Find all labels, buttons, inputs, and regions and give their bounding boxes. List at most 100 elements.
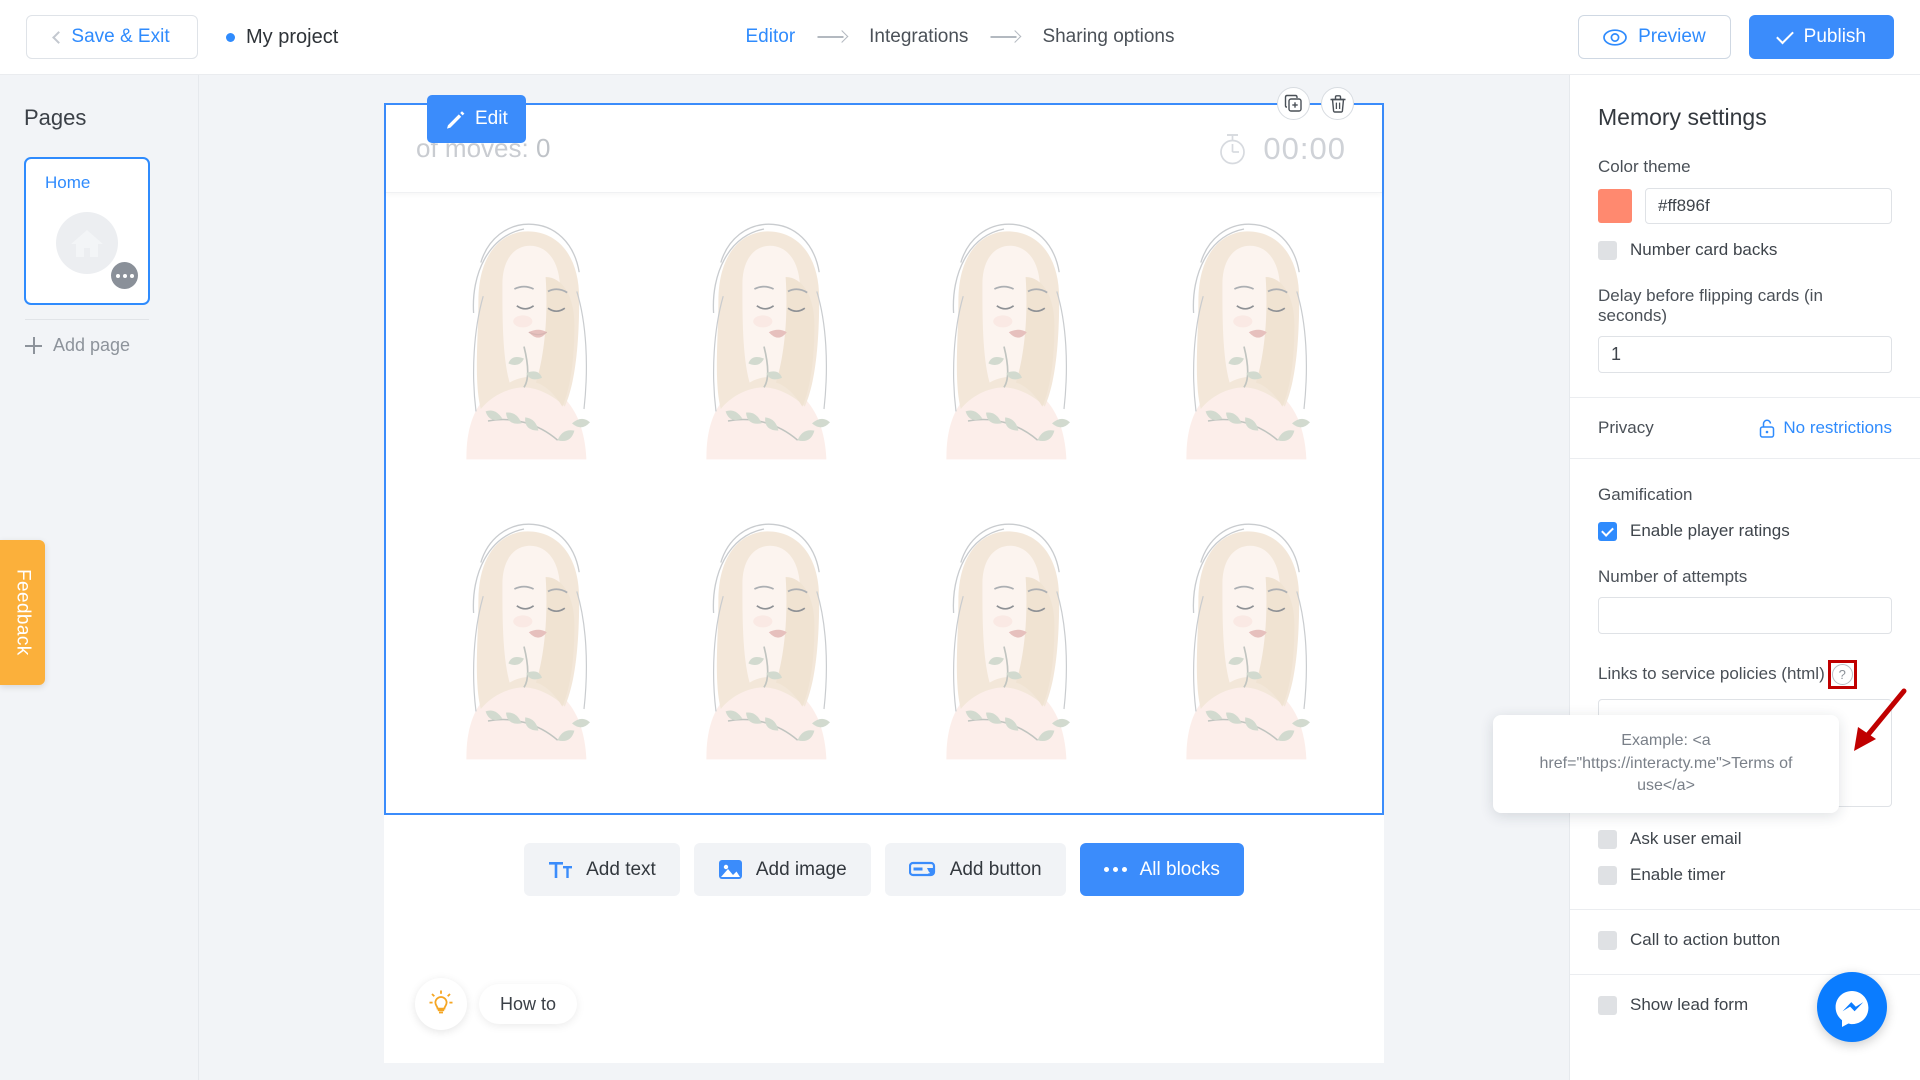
breadcrumb-editor[interactable]: Editor <box>746 26 796 48</box>
add-image-label: Add image <box>755 858 847 880</box>
messenger-icon <box>1835 991 1869 1027</box>
add-page-button[interactable]: Add page <box>25 335 198 356</box>
memory-card[interactable] <box>1124 499 1364 799</box>
number-card-backs-label: Number card backs <box>1630 240 1778 259</box>
edit-block-button[interactable]: Edit <box>427 95 526 143</box>
all-blocks-label: All blocks <box>1139 858 1220 880</box>
lightbulb-icon <box>429 990 453 1014</box>
home-icon-wrap <box>56 211 118 274</box>
call-to-action-checkbox[interactable] <box>1598 930 1617 950</box>
preview-label: Preview <box>1638 26 1706 47</box>
help-icon[interactable]: ? <box>1831 664 1853 685</box>
color-theme-label: Color theme <box>1598 157 1691 176</box>
text-icon <box>549 861 573 878</box>
panel-divider <box>1570 909 1920 910</box>
breadcrumb-sharing-options[interactable]: Sharing options <box>1042 26 1174 48</box>
gamification-section: Gamification Enable player ratings Numbe… <box>1570 485 1920 885</box>
enable-player-ratings-checkbox[interactable] <box>1598 521 1617 541</box>
ask-user-email-checkbox[interactable] <box>1598 829 1617 849</box>
memory-card[interactable] <box>884 199 1124 499</box>
delete-block-button[interactable] <box>1321 87 1354 120</box>
edit-label: Edit <box>475 108 508 129</box>
breadcrumb-arrow-icon <box>990 30 1020 44</box>
project-name: My project <box>246 25 339 48</box>
show-lead-form-checkbox[interactable] <box>1598 995 1617 1015</box>
memory-game-block[interactable]: of moves: 0 00:00 Edit <box>384 87 1384 815</box>
gamification-label: Gamification <box>1598 485 1693 504</box>
enable-timer-checkbox[interactable] <box>1598 865 1617 885</box>
dot-icon <box>129 273 134 278</box>
page-label: Home <box>45 173 91 192</box>
attempts-label: Number of attempts <box>1598 567 1748 586</box>
project-name-area[interactable]: My project <box>226 26 338 49</box>
duplicate-block-button[interactable] <box>1277 87 1310 120</box>
check-icon <box>1775 26 1794 44</box>
attempts-input[interactable] <box>1598 597 1892 634</box>
ask-user-email-row[interactable]: Ask user email <box>1598 829 1892 849</box>
privacy-value-button[interactable]: No restrictions <box>1759 418 1892 438</box>
memory-card[interactable] <box>644 499 884 799</box>
call-to-action-row[interactable]: Call to action button <box>1598 930 1892 950</box>
add-block-toolbar: Add text Add image Add button All blocks <box>384 843 1384 896</box>
chevron-left-icon <box>52 30 66 44</box>
privacy-label: Privacy <box>1598 418 1654 437</box>
memory-card[interactable] <box>884 499 1124 799</box>
game-timer: 00:00 <box>1216 131 1346 167</box>
feedback-tab[interactable]: Feedback <box>0 540 45 685</box>
privacy-row: Privacy No restrictions <box>1570 398 1920 458</box>
call-to-action-label: Call to action button <box>1630 930 1781 949</box>
enable-timer-row[interactable]: Enable timer <box>1598 865 1892 885</box>
woman-botanical-illustration-icon <box>706 523 830 760</box>
sidebar-divider <box>25 319 149 320</box>
add-image-button[interactable]: Add image <box>693 843 871 896</box>
home-icon <box>71 229 103 257</box>
unlock-icon <box>1760 419 1775 438</box>
pages-title: Pages <box>24 105 87 130</box>
memory-card[interactable] <box>404 199 644 499</box>
page-thumbnail-home[interactable]: Home <box>24 157 150 305</box>
top-bar-actions: Preview Publish <box>1578 15 1894 59</box>
how-to-button[interactable]: How to <box>479 984 578 1024</box>
game-header: of moves: 0 00:00 <box>386 105 1382 193</box>
memory-card[interactable] <box>1124 199 1364 499</box>
woman-botanical-illustration-icon <box>466 523 590 760</box>
enable-player-ratings-label: Enable player ratings <box>1630 521 1790 540</box>
stopwatch-icon <box>1220 134 1246 165</box>
top-bar: Save & Exit My project Editor Integratio… <box>0 0 1920 75</box>
dot-icon <box>122 273 127 278</box>
woman-botanical-illustration-icon <box>466 223 590 460</box>
app-root: Save & Exit My project Editor Integratio… <box>0 0 1920 1080</box>
memory-card[interactable] <box>404 499 644 799</box>
save-and-exit-label: Save & Exit <box>71 26 170 47</box>
all-blocks-button[interactable]: All blocks <box>1079 843 1244 896</box>
messenger-chat-button[interactable] <box>1817 972 1887 1042</box>
page-options-button[interactable] <box>111 262 138 289</box>
woman-botanical-illustration-icon <box>946 223 1070 460</box>
settings-title: Memory settings <box>1598 104 1767 130</box>
add-text-button[interactable]: Add text <box>524 843 680 896</box>
save-and-exit-button[interactable]: Save & Exit <box>26 15 198 59</box>
dot-icon <box>115 273 120 278</box>
enable-player-ratings-row[interactable]: Enable player ratings <box>1598 521 1892 541</box>
delay-input[interactable]: 1 <box>1598 336 1892 373</box>
how-to-bulb-button[interactable] <box>415 978 467 1030</box>
breadcrumb-integrations[interactable]: Integrations <box>869 26 968 48</box>
color-hex-input[interactable]: #ff896f <box>1645 188 1892 224</box>
number-card-backs-checkbox[interactable] <box>1598 240 1617 260</box>
publish-button[interactable]: Publish <box>1748 15 1894 59</box>
woman-botanical-illustration-icon <box>1186 223 1310 460</box>
status-dot-icon <box>226 32 235 42</box>
add-page-label: Add page <box>53 335 131 355</box>
links-policies-label: Links to service policies (html)? <box>1598 660 1892 689</box>
woman-botanical-illustration-icon <box>946 523 1070 760</box>
ellipsis-icon <box>1103 867 1127 872</box>
color-swatch[interactable] <box>1598 189 1632 223</box>
number-card-backs-row[interactable]: Number card backs <box>1598 240 1892 260</box>
how-to-widget: How to <box>415 978 578 1030</box>
ask-user-email-label: Ask user email <box>1630 829 1742 848</box>
add-button-button[interactable]: Add button <box>884 843 1066 896</box>
preview-button[interactable]: Preview <box>1578 15 1731 59</box>
woman-botanical-illustration-icon <box>1186 523 1310 760</box>
memory-card[interactable] <box>644 199 884 499</box>
breadcrumb: Editor Integrations Sharing options <box>746 26 1175 48</box>
